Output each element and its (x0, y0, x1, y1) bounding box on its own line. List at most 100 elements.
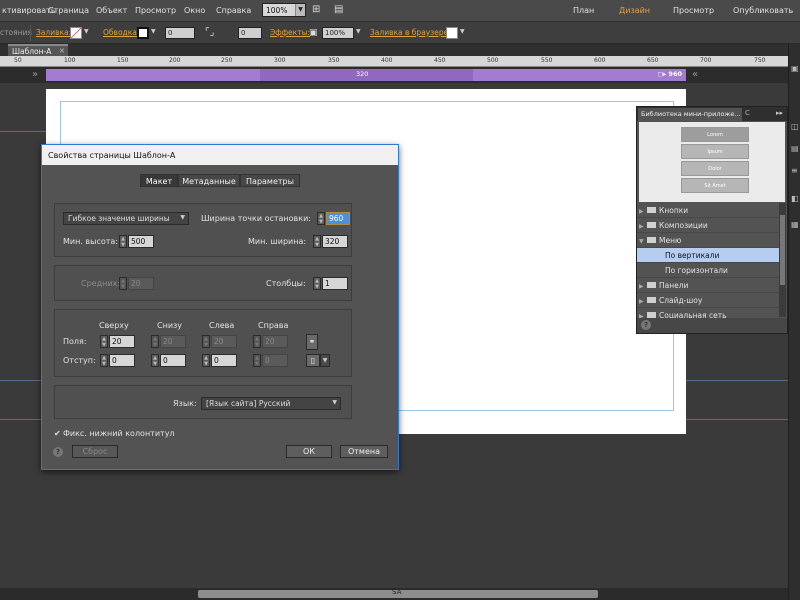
stroke-width-field[interactable]: 0 (165, 27, 195, 39)
panel-menu-icon[interactable]: ▸▸ (776, 109, 783, 117)
breakpoint-width-value[interactable]: 960 (326, 212, 350, 225)
stepper-arrows-icon[interactable]: ▲ ▼ (317, 212, 325, 225)
margin-top-value[interactable]: 20 (109, 335, 135, 348)
ok-button[interactable]: ОК (286, 445, 332, 458)
workspace-publish[interactable]: Опубликовать (733, 6, 793, 15)
tree-item-menu[interactable]: ▼ Меню (637, 233, 779, 248)
width-mode-select[interactable]: Гибкое значение ширины ▼ (63, 212, 189, 225)
corner-radius-field[interactable]: 0 (238, 27, 262, 39)
breakpoint-bar[interactable]: 320 ◻▸ 960 (46, 69, 686, 81)
opacity-field[interactable]: 100% (322, 27, 354, 39)
browser-fill-label[interactable]: Заливка в браузере: (370, 28, 451, 37)
horizontal-scrollbar[interactable]: SA (0, 588, 788, 600)
dock-icon[interactable]: ◧ (791, 194, 800, 204)
chevron-down-icon[interactable]: ▼ (460, 28, 468, 38)
scrollbar-thumb[interactable] (780, 215, 785, 285)
view-mode-icon[interactable]: ▤ (334, 4, 352, 16)
chevron-down-icon[interactable]: ▼ (84, 28, 92, 38)
workspace-plan[interactable]: План (573, 6, 594, 15)
stepper-arrows-icon[interactable]: ▲ ▼ (202, 354, 210, 367)
reset-button[interactable]: Сброс (72, 445, 118, 458)
stepper-arrows-icon[interactable]: ▲ ▼ (100, 335, 108, 348)
menu-item-object[interactable]: Объект (96, 6, 127, 15)
menu-item-window[interactable]: Окно (184, 6, 205, 15)
tab-options[interactable]: Параметры (240, 174, 300, 187)
chevron-down-icon[interactable]: ▼ (639, 238, 647, 245)
horizontal-ruler[interactable]: 50 100 150 200 250 300 350 400 450 500 5… (0, 56, 800, 67)
dock-icon[interactable]: ▤ (791, 144, 800, 154)
chevron-right-icon[interactable]: ▶ (639, 283, 647, 290)
menu-item-page[interactable]: Страница (48, 6, 89, 15)
min-width-value[interactable]: 320 (322, 235, 348, 248)
stroke-swatch[interactable] (137, 27, 149, 39)
stroke-label[interactable]: Обводка: (103, 28, 139, 37)
stepper-arrows-icon[interactable]: ▲ ▼ (119, 277, 127, 290)
margin-bottom-value[interactable]: 20 (160, 335, 186, 348)
padding-bottom-value[interactable]: 0 (160, 354, 186, 367)
dock-icon[interactable]: ▣ (791, 64, 800, 74)
language-select[interactable]: [Язык сайта] Русский ▼ (201, 397, 341, 410)
tree-item-horizontal[interactable]: По горизонтали (637, 263, 779, 278)
browser-fill-swatch[interactable] (446, 27, 458, 39)
padding-left-value[interactable]: 0 (211, 354, 237, 367)
help-icon[interactable]: ? (641, 320, 651, 330)
stepper-arrows-icon[interactable]: ▲ ▼ (253, 335, 261, 348)
chevron-down-icon[interactable]: ▼ (151, 28, 159, 38)
chevron-right-icon[interactable]: ▶ (639, 223, 647, 230)
menu-item-help[interactable]: Справка (216, 6, 251, 15)
chevron-down-icon[interactable]: ▼ (356, 28, 364, 38)
close-icon[interactable]: × (59, 46, 65, 55)
sticky-footer-checkbox[interactable]: ✔ Фикс. нижний колонтитул (54, 429, 175, 438)
chevron-right-icon[interactable]: ▶ (639, 208, 647, 215)
cancel-button[interactable]: Отмена (340, 445, 388, 458)
tab-template-a[interactable]: Шаблон-А × (8, 44, 68, 56)
panel-scrollbar[interactable] (779, 203, 786, 317)
stepper-arrows-icon[interactable]: ▲ ▼ (313, 235, 321, 248)
panel-footer: ? (637, 318, 787, 333)
ruler-tick: 550 (541, 57, 553, 64)
workspace-design[interactable]: Дизайн (619, 6, 650, 15)
fill-label[interactable]: Заливка: (36, 28, 71, 37)
tree-item-vertical[interactable]: По вертикали (637, 248, 779, 263)
dock-icon[interactable]: ◫ (791, 122, 800, 132)
stepper-arrows-icon[interactable]: ▲ ▼ (100, 354, 108, 367)
menu-item-view[interactable]: Просмотр (135, 6, 176, 15)
stepper-arrows-icon[interactable]: ▲ ▼ (253, 354, 261, 367)
dock-icon[interactable]: ≡ (791, 166, 800, 176)
tab-secondary[interactable]: С (745, 109, 750, 117)
zoom-select[interactable]: 100% ▼ (262, 3, 306, 17)
min-height-value[interactable]: 500 (128, 235, 154, 248)
double-chevron-left-icon[interactable]: « (692, 69, 698, 81)
help-icon[interactable]: ? (53, 447, 63, 457)
dock-icon[interactable]: ▦ (791, 220, 800, 230)
fill-swatch[interactable] (70, 27, 82, 39)
tree-item-buttons[interactable]: ▶ Кнопки (637, 203, 779, 218)
padding-top-value[interactable]: 0 (109, 354, 135, 367)
tree-item-slideshow[interactable]: ▶ Слайд-шоу (637, 293, 779, 308)
tree-item-panels[interactable]: ▶ Панели (637, 278, 779, 293)
stepper-arrows-icon[interactable]: ▲ ▼ (202, 335, 210, 348)
margin-left-value[interactable]: 20 (211, 335, 237, 348)
arrange-icon[interactable]: ⊞ (312, 4, 330, 16)
padding-right-value[interactable]: 0 (262, 354, 288, 367)
stepper-arrows-icon[interactable]: ▲ ▼ (313, 277, 321, 290)
link-icon[interactable]: ⚭ (306, 334, 318, 350)
breakpoint-right-label[interactable]: ◻▸ 960 (658, 70, 683, 78)
align-icon[interactable]: ▯ (306, 354, 320, 367)
stepper-arrows-icon[interactable]: ▲ ▼ (151, 354, 159, 367)
chevron-down-icon[interactable]: ▼ (320, 354, 330, 367)
stepper-arrows-icon[interactable]: ▲ ▼ (151, 335, 159, 348)
workspace-preview[interactable]: Просмотр (673, 6, 714, 15)
stepper-arrows-icon[interactable]: ▲ ▼ (119, 235, 127, 248)
tab-metadata[interactable]: Метаданные (178, 174, 240, 187)
tree-item-label: Слайд-шоу (659, 296, 703, 305)
gutter-value[interactable]: 20 (128, 277, 154, 290)
double-chevron-right-icon[interactable]: » (32, 69, 38, 81)
columns-value[interactable]: 1 (322, 277, 348, 290)
chevron-right-icon[interactable]: ▶ (639, 298, 647, 305)
margin-right-value[interactable]: 20 (262, 335, 288, 348)
tab-layout[interactable]: Макет (140, 174, 178, 187)
tree-item-compositions[interactable]: ▶ Композиции (637, 218, 779, 233)
effects-label[interactable]: Эффекты: (270, 28, 310, 37)
tab-widgets-library[interactable]: Библиотека мини-приложе... (638, 108, 742, 121)
